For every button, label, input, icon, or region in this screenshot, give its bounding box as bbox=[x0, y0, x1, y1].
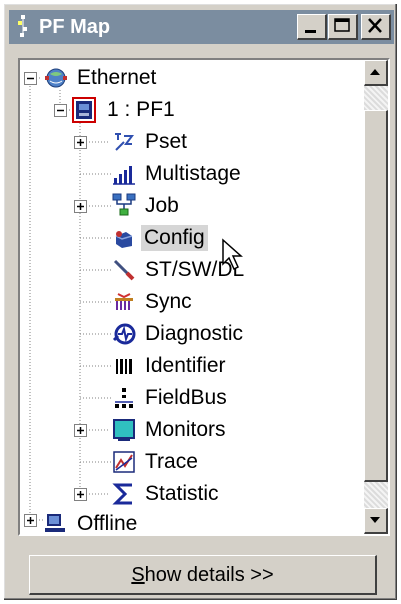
tree-node-label: Diagnostic bbox=[145, 322, 244, 345]
title-bar[interactable]: PF Map bbox=[9, 10, 394, 44]
scroll-up-button[interactable] bbox=[364, 60, 388, 86]
tree-node-multistage[interactable]: Multistage bbox=[112, 160, 342, 188]
tree-node-offline[interactable]: Offline bbox=[44, 510, 244, 535]
tree-node-pset[interactable]: Pset bbox=[112, 128, 342, 156]
tree-node-job[interactable]: Job bbox=[112, 192, 342, 220]
tree-node-monitors[interactable]: Monitors bbox=[112, 416, 342, 444]
tree-node-label: Sync bbox=[145, 290, 192, 313]
offline-expand-toggle[interactable] bbox=[24, 514, 37, 527]
tree-node-pf1[interactable]: 1 : PF1 bbox=[72, 96, 272, 124]
config-icon bbox=[115, 231, 133, 248]
diagnostic-icon bbox=[112, 323, 136, 345]
tree-node-label: Config bbox=[141, 225, 208, 251]
tree-node-label: Job bbox=[145, 194, 179, 217]
monitors-expand-toggle[interactable] bbox=[74, 424, 87, 437]
tree-node-trace[interactable]: Trace bbox=[112, 448, 342, 476]
maximize-icon bbox=[334, 18, 350, 32]
scrollbar-thumb[interactable] bbox=[364, 110, 388, 482]
arrow-up-icon bbox=[370, 69, 380, 75]
pset-icon bbox=[115, 133, 134, 151]
tree-node-label: 1 : PF1 bbox=[107, 98, 175, 121]
plus-icon bbox=[77, 139, 84, 146]
tree-node-ethernet[interactable]: Ethernet bbox=[44, 64, 244, 92]
sync-icon bbox=[115, 293, 133, 310]
plus-icon bbox=[77, 203, 84, 210]
tree-node-statistic[interactable]: Statistic bbox=[112, 480, 342, 508]
plus-icon bbox=[77, 427, 84, 434]
minimize-button[interactable] bbox=[297, 14, 327, 40]
job-expand-toggle[interactable] bbox=[74, 200, 87, 213]
multistage-icon bbox=[113, 166, 135, 185]
tree-node-identifier[interactable]: Identifier bbox=[112, 352, 342, 380]
minus-icon bbox=[57, 109, 64, 112]
tree-node-label: Statistic bbox=[145, 482, 219, 505]
tree-node-label: Monitors bbox=[145, 418, 226, 441]
offline-computer-icon bbox=[45, 514, 65, 532]
minus-icon bbox=[27, 77, 34, 80]
tree-node-label: Multistage bbox=[145, 162, 241, 185]
scroll-down-button[interactable] bbox=[364, 508, 388, 534]
pf-tree-view[interactable]: Ethernet 1 : PF1 Pset Multistage Job Con… bbox=[18, 58, 390, 536]
statistic-expand-toggle[interactable] bbox=[74, 488, 87, 501]
pf1-collapse-toggle[interactable] bbox=[54, 104, 67, 117]
sigma-icon bbox=[112, 483, 132, 505]
pf-map-window: PF Map Ethernet 1: PF1 Pset Multistage … bbox=[3, 3, 398, 601]
tree-node-label: Offline bbox=[77, 512, 138, 535]
app-icon bbox=[18, 15, 27, 37]
minimize-icon bbox=[305, 30, 316, 33]
mouse-pointer-icon bbox=[222, 238, 243, 271]
tree-node-label: Pset bbox=[145, 130, 188, 153]
tree-node-label: FieldBus bbox=[145, 386, 227, 409]
tree-node-fieldbus[interactable]: FieldBus bbox=[112, 384, 342, 412]
pset-expand-toggle[interactable] bbox=[74, 136, 87, 149]
controller-icon bbox=[72, 97, 96, 123]
tree-node-sync[interactable]: Sync bbox=[112, 288, 342, 316]
network-globe-icon bbox=[45, 68, 67, 88]
monitor-icon bbox=[113, 419, 135, 441]
arrow-down-icon bbox=[370, 517, 380, 523]
close-icon bbox=[368, 18, 382, 33]
plus-icon bbox=[27, 517, 34, 524]
window-title: PF Map bbox=[39, 16, 111, 38]
tree-node-label: Identifier bbox=[145, 354, 226, 377]
show-details-accelerator: S bbox=[131, 564, 145, 586]
ethernet-collapse-toggle[interactable] bbox=[24, 72, 37, 85]
tree-node-label: Trace bbox=[145, 450, 198, 473]
tree-node-label: Ethernet bbox=[77, 66, 157, 89]
trace-icon bbox=[113, 451, 135, 473]
barcode-icon bbox=[116, 359, 132, 374]
maximize-button[interactable] bbox=[328, 14, 358, 40]
tree-node-diagnostic[interactable]: Diagnostic bbox=[112, 320, 342, 348]
vertical-scrollbar[interactable] bbox=[364, 60, 388, 534]
show-details-label: how details >> bbox=[144, 564, 274, 586]
screwdriver-icon bbox=[113, 259, 135, 281]
show-details-button[interactable]: Show details >> bbox=[29, 555, 377, 595]
plus-icon bbox=[77, 491, 84, 498]
close-button[interactable] bbox=[361, 14, 391, 40]
fieldbus-icon bbox=[115, 388, 133, 408]
job-icon bbox=[112, 193, 136, 216]
